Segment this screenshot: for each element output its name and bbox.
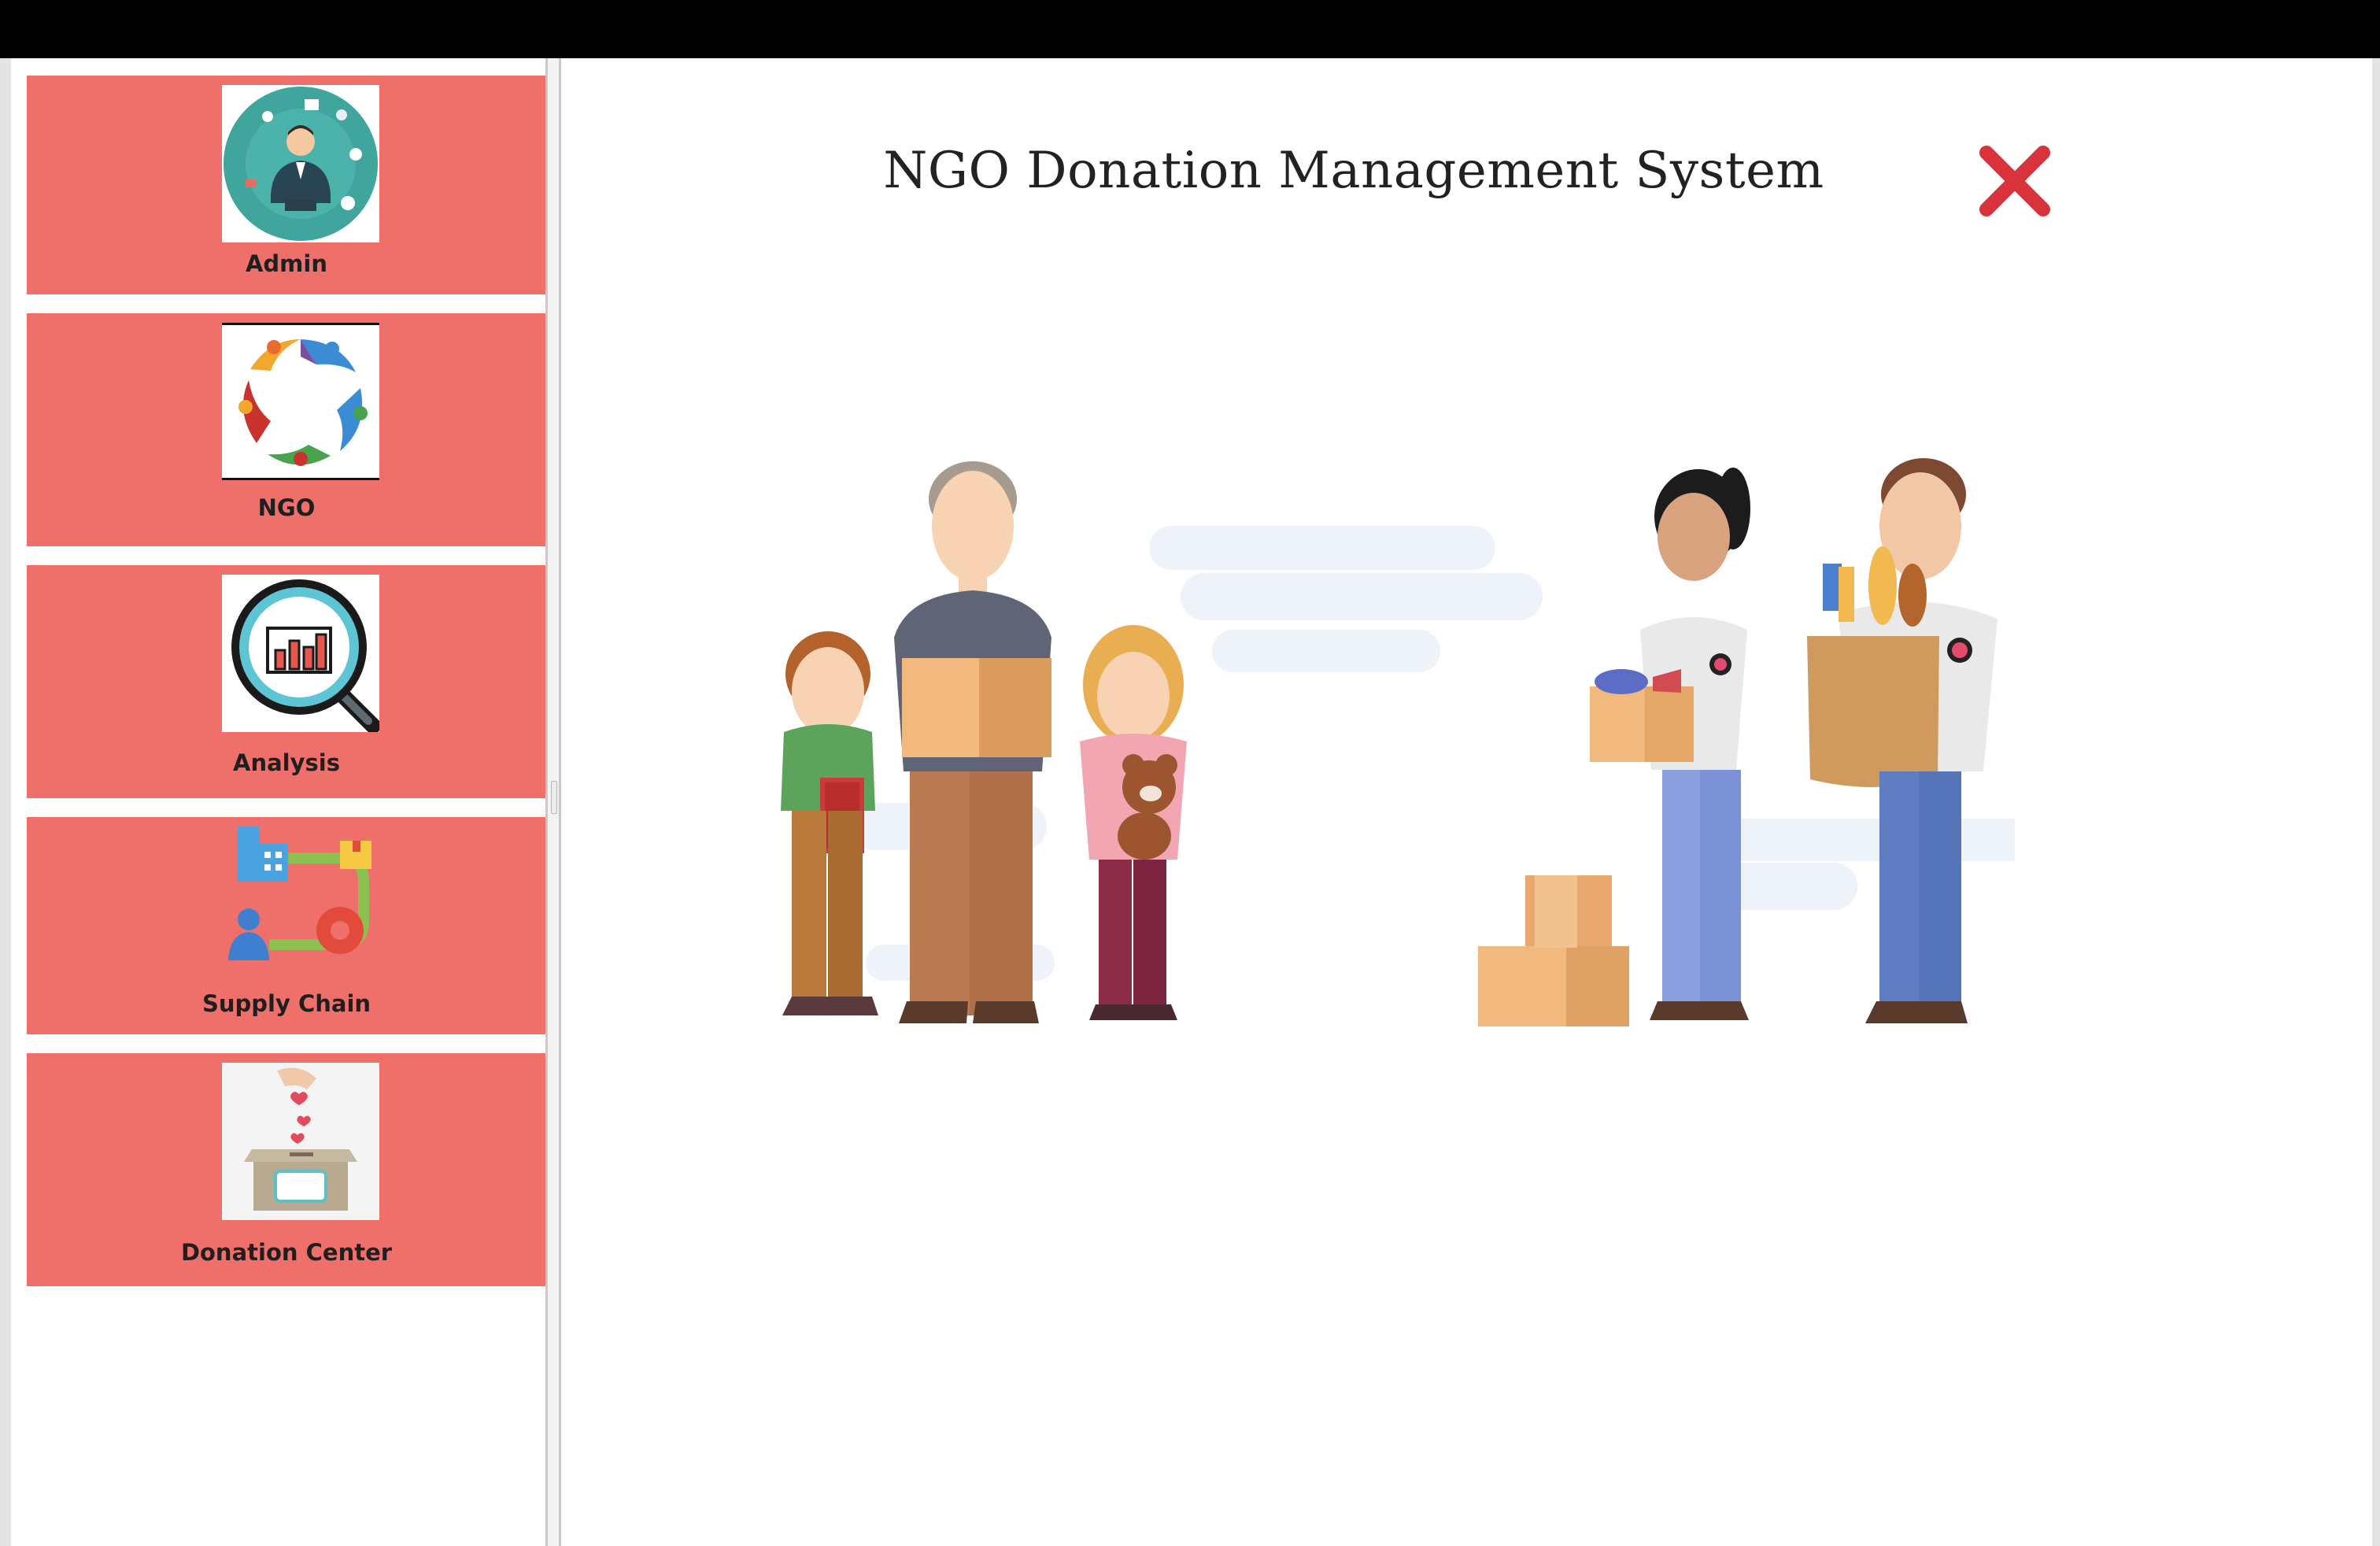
admin-avatar-icon [222,85,379,242]
split-pane-divider[interactable] [545,58,561,1546]
sidebar-item-label: NGO [257,494,316,521]
sidebar-item-label: Supply Chain [201,990,371,1017]
window-right-edge [2372,58,2380,1546]
page-title: NGO Donation Management System [883,142,1824,200]
sidebar-item-admin[interactable]: Admin [27,76,546,294]
window-top-bar [0,0,2380,58]
divider-grip-icon[interactable] [551,781,557,814]
sidebar-item-supply-chain[interactable]: Supply Chain [27,817,546,1034]
supply-chain-icon [222,827,379,984]
sidebar-item-label: Donation Center [180,1239,393,1266]
sidebar-item-label: Analysis [233,749,340,776]
sidebar-item-label: Admin [245,250,327,277]
magnifier-chart-icon [222,575,379,732]
ngo-people-circle-icon [222,323,379,480]
close-icon[interactable] [1975,142,2054,220]
sidebar-item-analysis[interactable]: Analysis [27,565,546,798]
donation-illustration [740,441,2031,1039]
sidebar-item-ngo[interactable]: NGO [27,313,546,546]
sidebar-item-donation-center[interactable]: Donation Center [27,1053,546,1286]
donation-box-icon [222,1063,379,1220]
